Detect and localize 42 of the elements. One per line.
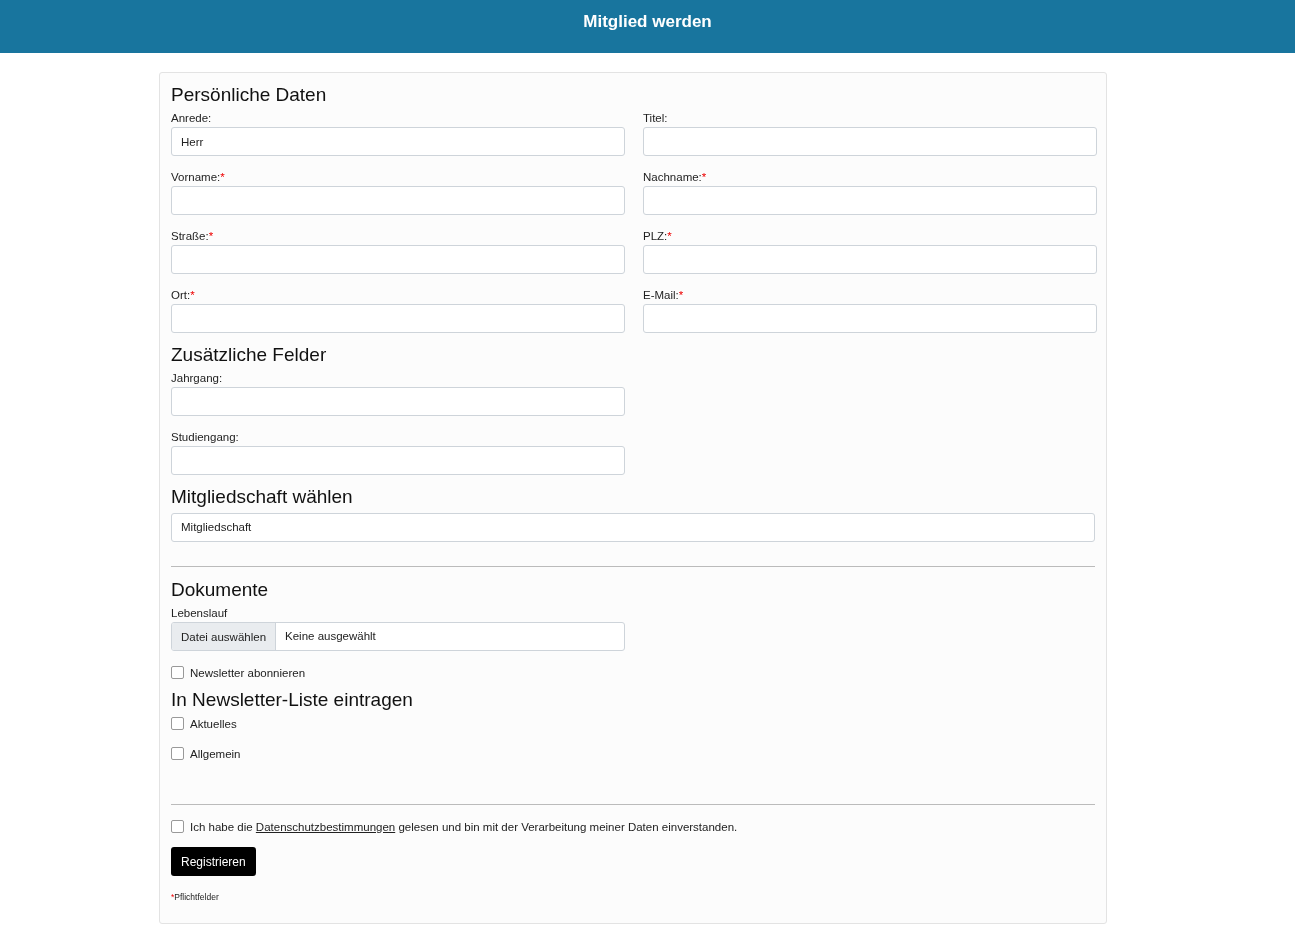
checkbox-label: Newsletter abonnieren (190, 666, 306, 679)
field-label: E-Mail:* (643, 288, 685, 303)
choose-file-button[interactable]: Datei auswählen (172, 623, 277, 650)
checkbox-label: Allgemein (190, 747, 241, 760)
field-label: Anrede: (171, 111, 213, 126)
text-input-field[interactable] (171, 387, 625, 416)
consent-text: Ich habe die Datenschutzbestimmungen gelesen und bin mit der Verarbeitung meiner Daten einverstanden. (190, 820, 738, 833)
section-heading: In Newsletter-Liste eintragen (171, 688, 414, 712)
text-input-field[interactable] (171, 446, 625, 475)
field-label: Studiengang: (171, 430, 240, 445)
checkbox[interactable] (171, 717, 184, 730)
page-title: Mitglied werden (583, 11, 712, 32)
field-label: PLZ:* (643, 229, 673, 244)
text-input-field[interactable] (171, 186, 625, 215)
text-input-field[interactable] (643, 186, 1097, 215)
text-input-field[interactable] (643, 127, 1097, 156)
checkbox-label: Aktuelles (190, 717, 237, 730)
text-input-field[interactable] (171, 304, 625, 333)
field-label: Vorname:* (171, 170, 226, 185)
checkbox[interactable] (171, 747, 184, 760)
required-note: *Pflichtfelder (171, 892, 220, 902)
field-label: Ort:* (171, 288, 196, 303)
section-heading: Persönliche Daten (171, 83, 328, 107)
field-label: Straße:* (171, 229, 215, 244)
section-heading: Zusätzliche Felder (171, 343, 328, 367)
membership-select[interactable]: Mitgliedschaft (171, 513, 1095, 542)
text-input-field[interactable]: Herr (171, 127, 625, 156)
text-input-field[interactable] (643, 304, 1097, 333)
section-heading: Mitgliedschaft wählen (171, 485, 354, 509)
field-label: Lebenslauf (171, 606, 229, 621)
field-label: Titel: (643, 111, 669, 126)
file-status-text: Keine ausgewählt (284, 629, 376, 644)
register-button[interactable]: Registrieren (171, 847, 256, 876)
field-label: Jahrgang: (171, 371, 224, 386)
text-input-field[interactable] (643, 245, 1097, 274)
section-heading: Dokumente (171, 578, 270, 602)
field-label: Nachname:* (643, 170, 708, 185)
checkbox[interactable] (171, 666, 184, 679)
text-input-field[interactable] (171, 245, 625, 274)
file-input-field[interactable]: Datei auswählen Keine ausgewählt (171, 622, 625, 651)
privacy-link[interactable]: Datenschutzbestimmungen (255, 820, 396, 833)
checkbox[interactable] (171, 820, 184, 833)
